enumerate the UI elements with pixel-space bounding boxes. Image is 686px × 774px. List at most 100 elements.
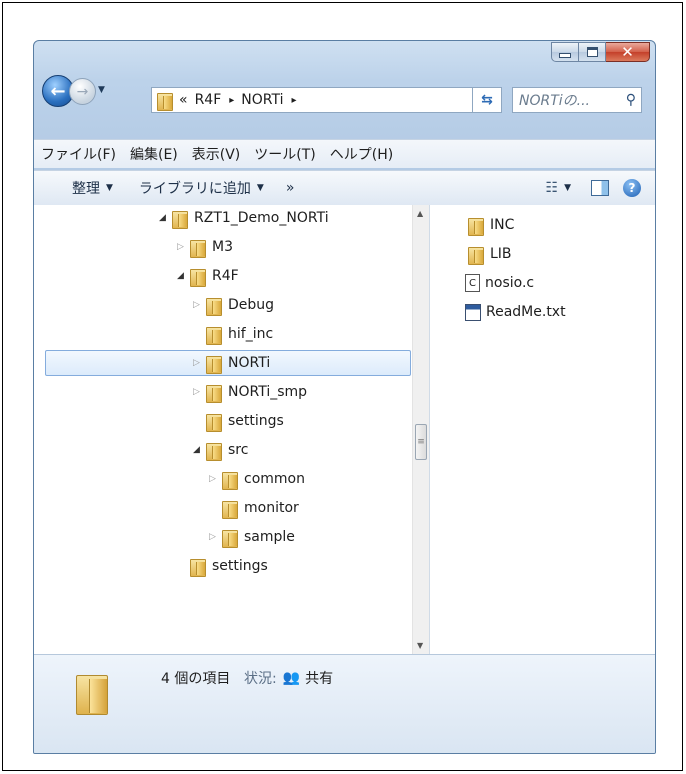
chevron-down-icon: ▼: [256, 183, 264, 193]
tree-label: src: [228, 442, 249, 458]
folder-icon: [206, 326, 222, 345]
tree-label: M3: [212, 239, 233, 255]
refresh-icon: ⇆: [481, 92, 493, 108]
tree-item-common[interactable]: ▷ common: [206, 466, 305, 492]
folder-icon: [172, 210, 188, 229]
folder-icon: [206, 355, 222, 374]
tree-item-src[interactable]: ◢ src: [190, 437, 248, 463]
scroll-thumb[interactable]: ≡: [415, 424, 427, 460]
menu-file[interactable]: ファイル(F): [34, 144, 123, 164]
forward-button[interactable]: →: [69, 78, 96, 105]
command-bar: 整理 ▼ ライブラリに追加 ▼ » ☷ ▼ ?: [34, 170, 655, 206]
tree-item-sample[interactable]: ▷ sample: [206, 524, 295, 550]
breadcrumb-r4f[interactable]: R4F: [195, 92, 222, 108]
menu-tools[interactable]: ツール(T): [247, 144, 322, 164]
close-icon: ✕: [621, 43, 634, 61]
folder-icon: [206, 297, 222, 316]
tree-item-norti-smp[interactable]: ▷ NORTi_smp: [190, 379, 307, 405]
maximize-button[interactable]: [579, 42, 606, 62]
folder-icon: [222, 529, 238, 548]
sharing-status: 状況: 👥 共有: [244, 668, 333, 688]
menu-edit[interactable]: 編集(E): [123, 144, 185, 164]
refresh-button[interactable]: ⇆: [472, 87, 502, 113]
tree-item-rzt1-demo-norti[interactable]: ◢ RZT1_Demo_NORTi: [156, 205, 329, 231]
file-item-inc[interactable]: INC: [465, 212, 514, 238]
menu-view[interactable]: 表示(V): [185, 144, 248, 164]
collapsed-arrow-icon[interactable]: ▷: [206, 532, 219, 542]
tree-item-debug[interactable]: ▷ Debug: [190, 292, 274, 318]
file-name: ReadMe.txt: [486, 304, 566, 320]
menu-bar: ファイル(F) 編集(E) 表示(V) ツール(T) ヘルプ(H): [34, 139, 655, 168]
folder-icon: [468, 217, 484, 236]
back-arrow-icon: ←: [50, 80, 66, 102]
more-commands-label: »: [285, 180, 295, 196]
search-icon[interactable]: ⚲: [626, 92, 636, 108]
breadcrumb-separator-icon[interactable]: ▸: [229, 95, 234, 106]
forward-arrow-icon: →: [76, 83, 89, 100]
change-view-button[interactable]: ☷ ▼: [540, 180, 577, 196]
help-icon[interactable]: ?: [623, 179, 641, 197]
collapsed-arrow-icon[interactable]: ▷: [206, 474, 219, 484]
file-item-readme[interactable]: ReadMe.txt: [465, 299, 566, 325]
details-pane: 4 個の項目 状況: 👥 共有: [34, 654, 655, 753]
folder-icon: [190, 268, 206, 287]
folder-icon: [190, 558, 206, 577]
scroll-up-icon[interactable]: ▲: [417, 209, 423, 218]
tree-label: NORTi: [228, 355, 271, 371]
tree-label: RZT1_Demo_NORTi: [194, 210, 329, 226]
collapsed-arrow-icon[interactable]: ▷: [190, 387, 203, 397]
address-bar[interactable]: « R4F ▸ NORTi ▸ ▾: [151, 87, 501, 113]
collapsed-arrow-icon[interactable]: ▷: [190, 300, 203, 310]
recent-pages-dropdown-icon[interactable]: ▼: [98, 85, 105, 95]
folder-icon: [206, 413, 222, 432]
text-file-icon: [465, 303, 481, 321]
expanded-arrow-icon[interactable]: ◢: [174, 271, 187, 281]
folder-icon: [157, 92, 173, 111]
navigation-scrollbar[interactable]: ▲ ≡ ▼: [412, 205, 429, 654]
breadcrumb-overflow[interactable]: «: [179, 92, 188, 108]
tree-label: R4F: [212, 268, 239, 284]
tree-item-m3[interactable]: ▷ M3: [174, 234, 233, 260]
chevron-down-icon: ▼: [106, 183, 113, 193]
large-folder-icon: [76, 671, 108, 715]
scroll-down-icon[interactable]: ▼: [417, 641, 423, 650]
explorer-window: ✕ ← → ▼ « R4F ▸ NORTi ▸ ▾ ⇆ NORTiの... ⚲ …: [33, 40, 656, 754]
tree-label: hif_inc: [228, 326, 274, 342]
collapsed-arrow-icon[interactable]: ▷: [174, 242, 187, 252]
search-box[interactable]: NORTiの... ⚲: [512, 87, 642, 113]
organize-button[interactable]: 整理 ▼: [66, 178, 119, 198]
organize-label: 整理: [72, 181, 100, 197]
more-commands-button[interactable]: »: [280, 180, 301, 196]
item-count: 4 個の項目: [161, 671, 231, 687]
file-name: INC: [490, 217, 515, 233]
tree-item-hif-inc[interactable]: hif_inc: [190, 321, 273, 347]
close-button[interactable]: ✕: [606, 42, 650, 62]
tree-label: Debug: [228, 297, 275, 313]
tree-label: NORTi_smp: [228, 384, 308, 400]
breadcrumb-norti[interactable]: NORTi: [241, 92, 283, 108]
tree-label: settings: [212, 558, 268, 574]
breadcrumb-separator-icon[interactable]: ▸: [292, 95, 297, 106]
file-list-pane[interactable]: INC LIB Cnosio.c ReadMe.txt: [430, 205, 655, 654]
file-item-lib[interactable]: LIB: [465, 241, 512, 267]
tree-item-norti-selected[interactable]: ▷ NORTi: [45, 350, 411, 376]
file-item-nosio-c[interactable]: Cnosio.c: [465, 270, 534, 296]
navigation-pane[interactable]: ◢ RZT1_Demo_NORTi ▷ M3 ◢ R4F ▷ Debug hif_inc…: [34, 205, 430, 654]
folder-icon: [222, 471, 238, 490]
tree-label: monitor: [244, 500, 299, 516]
minimize-icon: [559, 52, 571, 58]
tree-item-settings-r4f[interactable]: settings: [190, 408, 284, 434]
collapsed-arrow-icon[interactable]: ▷: [190, 358, 203, 368]
preview-pane-icon[interactable]: [591, 180, 609, 196]
tree-item-settings-root[interactable]: settings: [174, 553, 268, 579]
add-to-library-label: ライブラリに追加: [138, 181, 251, 197]
add-to-library-button[interactable]: ライブラリに追加 ▼: [133, 178, 270, 198]
tree-label: settings: [228, 413, 284, 429]
status-value: 共有: [305, 671, 334, 687]
tree-item-monitor[interactable]: monitor: [206, 495, 299, 521]
tree-item-r4f[interactable]: ◢ R4F: [174, 263, 239, 289]
menu-help[interactable]: ヘルプ(H): [323, 144, 400, 164]
minimize-button[interactable]: [551, 42, 579, 62]
expanded-arrow-icon[interactable]: ◢: [156, 213, 169, 223]
expanded-arrow-icon[interactable]: ◢: [190, 445, 203, 455]
